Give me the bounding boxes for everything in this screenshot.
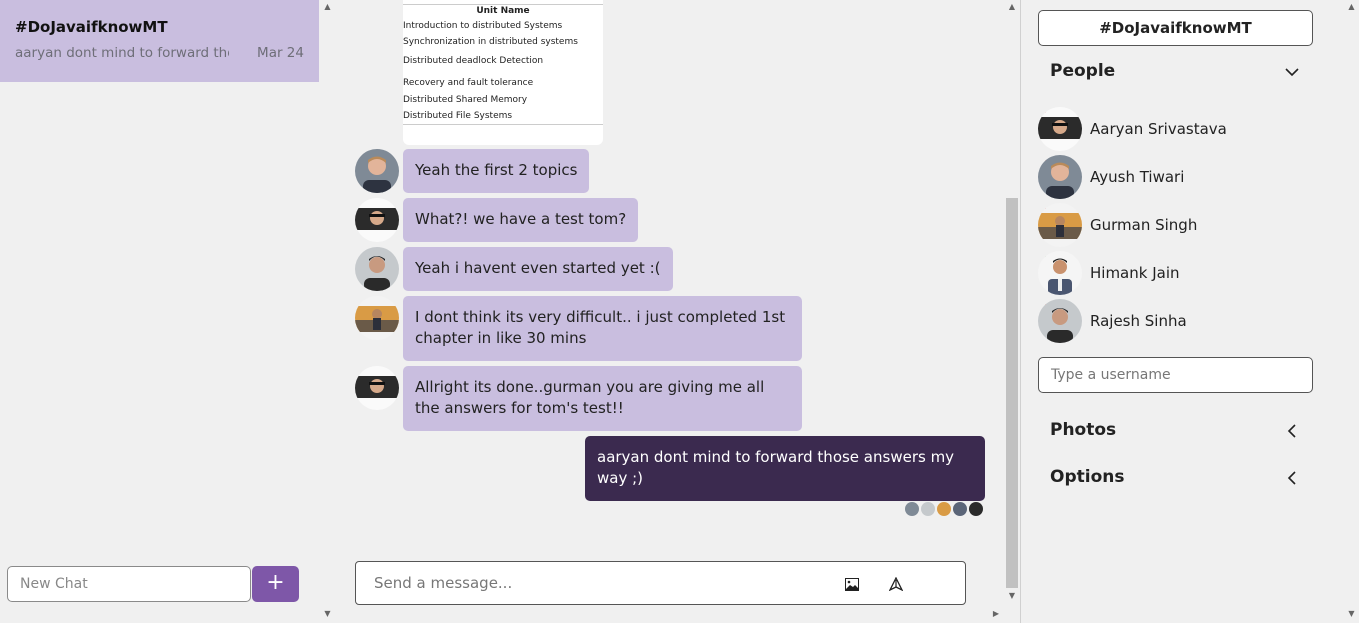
- person-name: Ayush Tiwari: [1090, 168, 1185, 186]
- people-section-header[interactable]: People: [1050, 61, 1115, 81]
- avatar: [355, 198, 399, 242]
- avatar: [355, 149, 399, 193]
- chat-feed: Unit Name Introduction to distributed Sy…: [337, 0, 1020, 623]
- avatar: [969, 502, 983, 516]
- scroll-down-icon[interactable]: ▼: [1004, 591, 1020, 600]
- chat-date: Mar 24: [257, 45, 304, 61]
- avatar: [921, 502, 935, 516]
- attachment-line: Distributed File Systems: [403, 111, 513, 121]
- scroll-up-icon[interactable]: ▲: [1004, 2, 1020, 11]
- chevron-left-icon[interactable]: [1285, 470, 1299, 489]
- username-input[interactable]: Type a username: [1038, 357, 1313, 393]
- message-bubble: Yeah i havent even started yet :(: [403, 247, 673, 291]
- person-gurman-singh[interactable]: Gurman Singh: [1038, 203, 1197, 247]
- status-dot: [1042, 301, 1046, 305]
- avatar: [1038, 155, 1082, 199]
- message-row: Yeah the first 2 topics: [355, 149, 590, 193]
- message-row: I dont think its very difficult.. i just…: [355, 296, 802, 361]
- person-name: Rajesh Sinha: [1090, 312, 1187, 330]
- message-row: What?! we have a test tom?: [355, 198, 639, 242]
- options-section-header[interactable]: Options: [1050, 467, 1124, 487]
- avatar: [355, 247, 399, 291]
- avatar: [953, 502, 967, 516]
- avatar: [1038, 107, 1082, 151]
- photos-section-header[interactable]: Photos: [1050, 420, 1116, 440]
- chat-preview: aaryan dont mind to forward those answer…: [15, 45, 229, 61]
- avatar: [355, 366, 399, 410]
- chat-feed-scrollbar[interactable]: ▲ ▼: [1004, 0, 1020, 623]
- message-bubble: Yeah the first 2 topics: [403, 149, 590, 193]
- new-chat-input[interactable]: New Chat: [7, 566, 251, 602]
- read-receipts: [905, 502, 983, 516]
- avatar: [1038, 203, 1082, 247]
- chat-details-panel: #DoJavaifknowMT People Aaryan Srivastava…: [1020, 0, 1359, 623]
- scroll-down-icon[interactable]: ▼: [1343, 609, 1359, 618]
- my-message-bubble: aaryan dont mind to forward those answer…: [585, 436, 985, 501]
- message-row: aaryan dont mind to forward those answer…: [585, 436, 985, 501]
- message-bubble: What?! we have a test tom?: [403, 198, 639, 242]
- message-input[interactable]: Send a message...: [374, 574, 512, 592]
- person-aaryan-srivastava[interactable]: Aaryan Srivastava: [1038, 107, 1227, 151]
- scroll-down-icon[interactable]: ▼: [319, 609, 336, 618]
- status-dot: [1042, 109, 1046, 113]
- scroll-up-icon[interactable]: ▲: [319, 2, 336, 11]
- attachment-line: Recovery and fault tolerance: [403, 78, 534, 88]
- avatar: [355, 296, 399, 340]
- status-dot: [1042, 253, 1046, 257]
- attachment-line: Synchronization in distributed systems: [403, 37, 578, 47]
- chat-list-scrollbar[interactable]: ▲ ▼: [319, 0, 336, 623]
- attachment-line: Distributed deadlock Detection: [403, 56, 544, 66]
- person-name: Himank Jain: [1090, 264, 1180, 282]
- scroll-up-icon[interactable]: ▲: [1343, 2, 1359, 11]
- message-composer[interactable]: Send a message...: [355, 561, 966, 605]
- avatar: [1038, 299, 1082, 343]
- person-himank-jain[interactable]: Himank Jain: [1038, 251, 1180, 295]
- person-ayush-tiwari[interactable]: Ayush Tiwari: [1038, 155, 1184, 199]
- message-row: Yeah i havent even started yet :(: [355, 247, 673, 291]
- attachment-header: Unit Name: [476, 6, 530, 16]
- status-dot: [1042, 205, 1046, 209]
- message-row: Allright its done..gurman you are giving…: [355, 366, 802, 431]
- channel-title: #DoJavaifknowMT: [1038, 10, 1313, 46]
- chat-title: #DoJavaifknowMT: [15, 18, 168, 36]
- message-bubble: I dont think its very difficult.. i just…: [403, 296, 802, 361]
- message-attachment-image[interactable]: Unit Name Introduction to distributed Sy…: [403, 0, 603, 145]
- attachment-line: Distributed Shared Memory: [403, 95, 528, 105]
- scroll-right-icon[interactable]: ▶: [991, 609, 1001, 618]
- new-chat-button[interactable]: +: [252, 566, 299, 602]
- chevron-left-icon[interactable]: [1285, 423, 1299, 442]
- image-upload-icon[interactable]: [845, 576, 859, 595]
- message-bubble: Allright its done..gurman you are giving…: [403, 366, 802, 431]
- send-icon[interactable]: [888, 576, 904, 595]
- avatar: [1038, 251, 1082, 295]
- chat-list-panel: #DoJavaifknowMT aaryan dont mind to forw…: [0, 0, 336, 623]
- attachment-line: Introduction to distributed Systems: [403, 21, 563, 31]
- avatar: [937, 502, 951, 516]
- status-dot: [1042, 157, 1046, 161]
- scrollbar-thumb[interactable]: [1006, 198, 1018, 588]
- person-rajesh-sinha[interactable]: Rajesh Sinha: [1038, 299, 1187, 343]
- person-name: Aaryan Srivastava: [1090, 120, 1227, 138]
- details-scrollbar[interactable]: ▲ ▼: [1343, 0, 1359, 623]
- chat-list-item[interactable]: #DoJavaifknowMT aaryan dont mind to forw…: [0, 0, 319, 82]
- person-name: Gurman Singh: [1090, 216, 1198, 234]
- chevron-down-icon[interactable]: [1285, 64, 1299, 83]
- avatar: [905, 502, 919, 516]
